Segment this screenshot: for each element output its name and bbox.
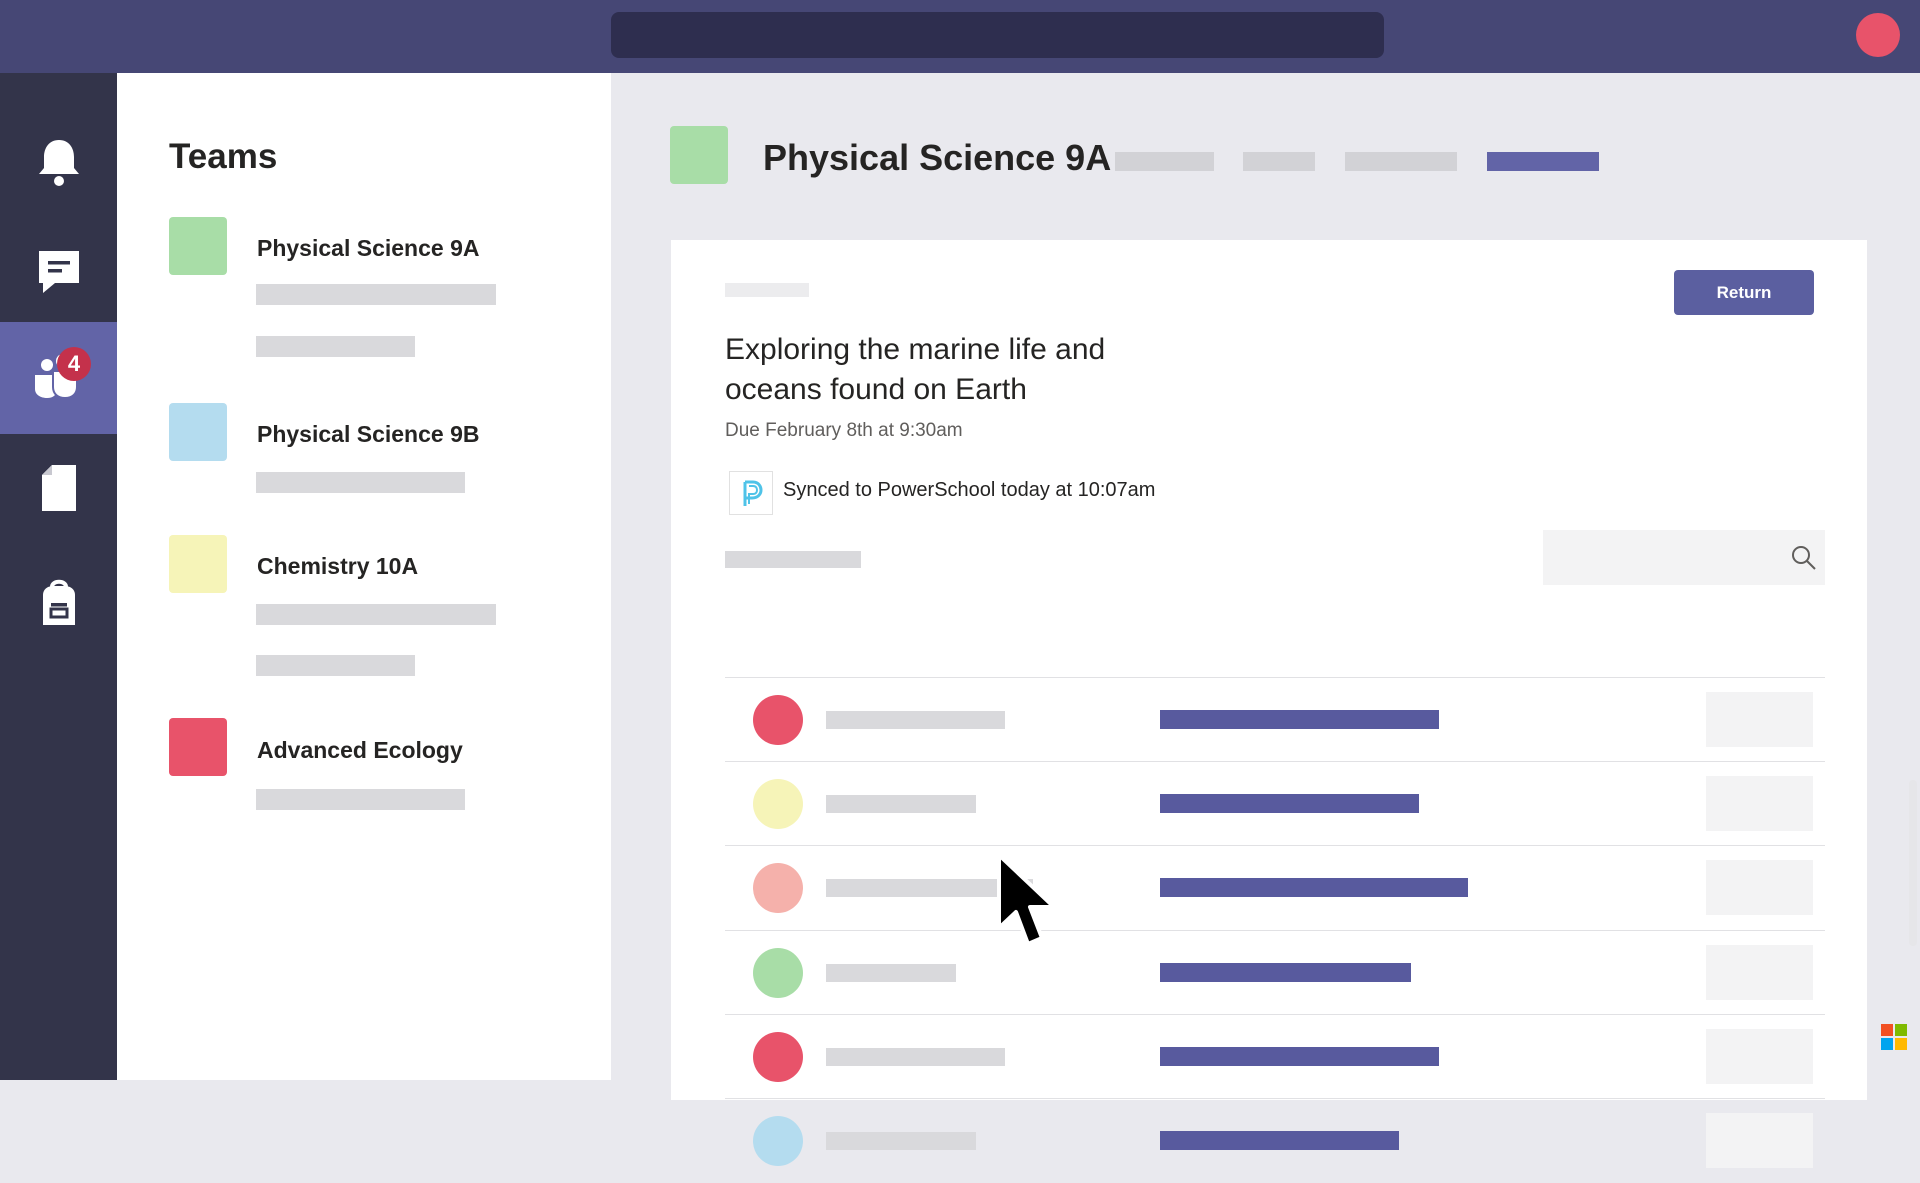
status-bar xyxy=(1160,963,1411,982)
avatar[interactable] xyxy=(1856,13,1900,57)
student-avatar xyxy=(753,948,803,998)
student-search-input[interactable] xyxy=(1543,530,1825,585)
tab-placeholder[interactable] xyxy=(1115,152,1214,171)
status-bar xyxy=(1160,710,1439,729)
backpack-icon xyxy=(39,577,79,632)
status-bar xyxy=(1160,878,1468,897)
due-date: Due February 8th at 9:30am xyxy=(725,420,963,441)
team-name: Physical Science 9A xyxy=(257,235,480,261)
team-color-swatch xyxy=(169,535,227,593)
chat-icon xyxy=(35,247,83,302)
channel-color-swatch xyxy=(670,126,728,184)
rail-item-activity[interactable] xyxy=(0,108,117,220)
channel-title: Physical Science 9A xyxy=(763,137,1112,178)
sync-status: Synced to PowerSchool today at 10:07am xyxy=(783,479,1156,501)
team-color-swatch xyxy=(169,718,227,776)
placeholder-line xyxy=(256,284,496,305)
return-button[interactable]: Return xyxy=(1674,270,1814,315)
student-row[interactable] xyxy=(725,761,1825,846)
search-icon xyxy=(1791,545,1817,576)
team-color-swatch xyxy=(169,403,227,461)
team-name: Chemistry 10A xyxy=(257,553,419,579)
assignment-title: Exploring the marine life and oceans fou… xyxy=(725,333,1106,406)
student-row[interactable] xyxy=(725,845,1825,930)
student-avatar xyxy=(753,779,803,829)
rail-item-chat[interactable] xyxy=(0,218,117,330)
bell-icon xyxy=(37,137,81,192)
student-avatar xyxy=(753,1032,803,1082)
status-bar xyxy=(1160,794,1419,813)
grade-field[interactable] xyxy=(1706,860,1813,915)
grade-field[interactable] xyxy=(1706,1029,1813,1084)
placeholder-line xyxy=(256,604,496,625)
mouse-cursor xyxy=(996,852,1062,957)
status-bar xyxy=(1160,1131,1399,1150)
grade-field[interactable] xyxy=(1706,945,1813,1000)
grade-field[interactable] xyxy=(1706,1113,1813,1168)
grade-field[interactable] xyxy=(1706,692,1813,747)
placeholder-line xyxy=(256,336,415,357)
placeholder-line xyxy=(725,283,809,297)
rail-item-files[interactable] xyxy=(0,434,117,546)
tab-placeholder[interactable] xyxy=(1345,152,1457,171)
student-row[interactable] xyxy=(725,1014,1825,1099)
student-name-placeholder xyxy=(826,711,1005,729)
notification-badge: 4 xyxy=(57,347,91,381)
search-box[interactable] xyxy=(611,12,1384,58)
student-row[interactable] xyxy=(725,930,1825,1015)
student-name-placeholder xyxy=(826,964,956,982)
panel-title: Teams xyxy=(169,137,278,176)
team-color-swatch xyxy=(169,217,227,275)
app-rail: 4 xyxy=(0,73,117,1080)
team-name: Physical Science 9B xyxy=(257,421,480,447)
team-name: Advanced Ecology xyxy=(257,737,463,763)
student-avatar xyxy=(753,1116,803,1166)
student-avatar xyxy=(753,695,803,745)
tab-placeholder[interactable] xyxy=(1243,152,1315,171)
files-icon xyxy=(40,463,78,518)
placeholder-line xyxy=(256,789,465,810)
student-name-placeholder xyxy=(826,1048,1005,1066)
student-row[interactable] xyxy=(725,1098,1825,1183)
list-header-placeholder xyxy=(725,551,861,568)
student-name-placeholder xyxy=(826,1132,976,1150)
microsoft-logo xyxy=(1881,1024,1907,1050)
placeholder-line xyxy=(256,655,415,676)
list-scrollbar[interactable] xyxy=(1909,780,1917,946)
top-bar xyxy=(0,0,1920,73)
grade-field[interactable] xyxy=(1706,776,1813,831)
assignment-card: Return Exploring the marine life and oce… xyxy=(671,240,1917,1168)
tab-active[interactable] xyxy=(1487,152,1599,171)
status-bar xyxy=(1160,1047,1439,1066)
student-avatar xyxy=(753,863,803,913)
powerschool-logo xyxy=(729,471,773,515)
rail-item-assignments[interactable] xyxy=(0,548,117,660)
main-content: Physical Science 9A Return Exploring the… xyxy=(611,73,1920,1168)
rail-item-teams[interactable]: 4 xyxy=(0,322,117,434)
student-row[interactable] xyxy=(725,677,1825,762)
teams-panel: Teams Physical Science 9A Physical Scien… xyxy=(117,73,611,1080)
placeholder-line xyxy=(256,472,465,493)
student-name-placeholder xyxy=(826,795,976,813)
